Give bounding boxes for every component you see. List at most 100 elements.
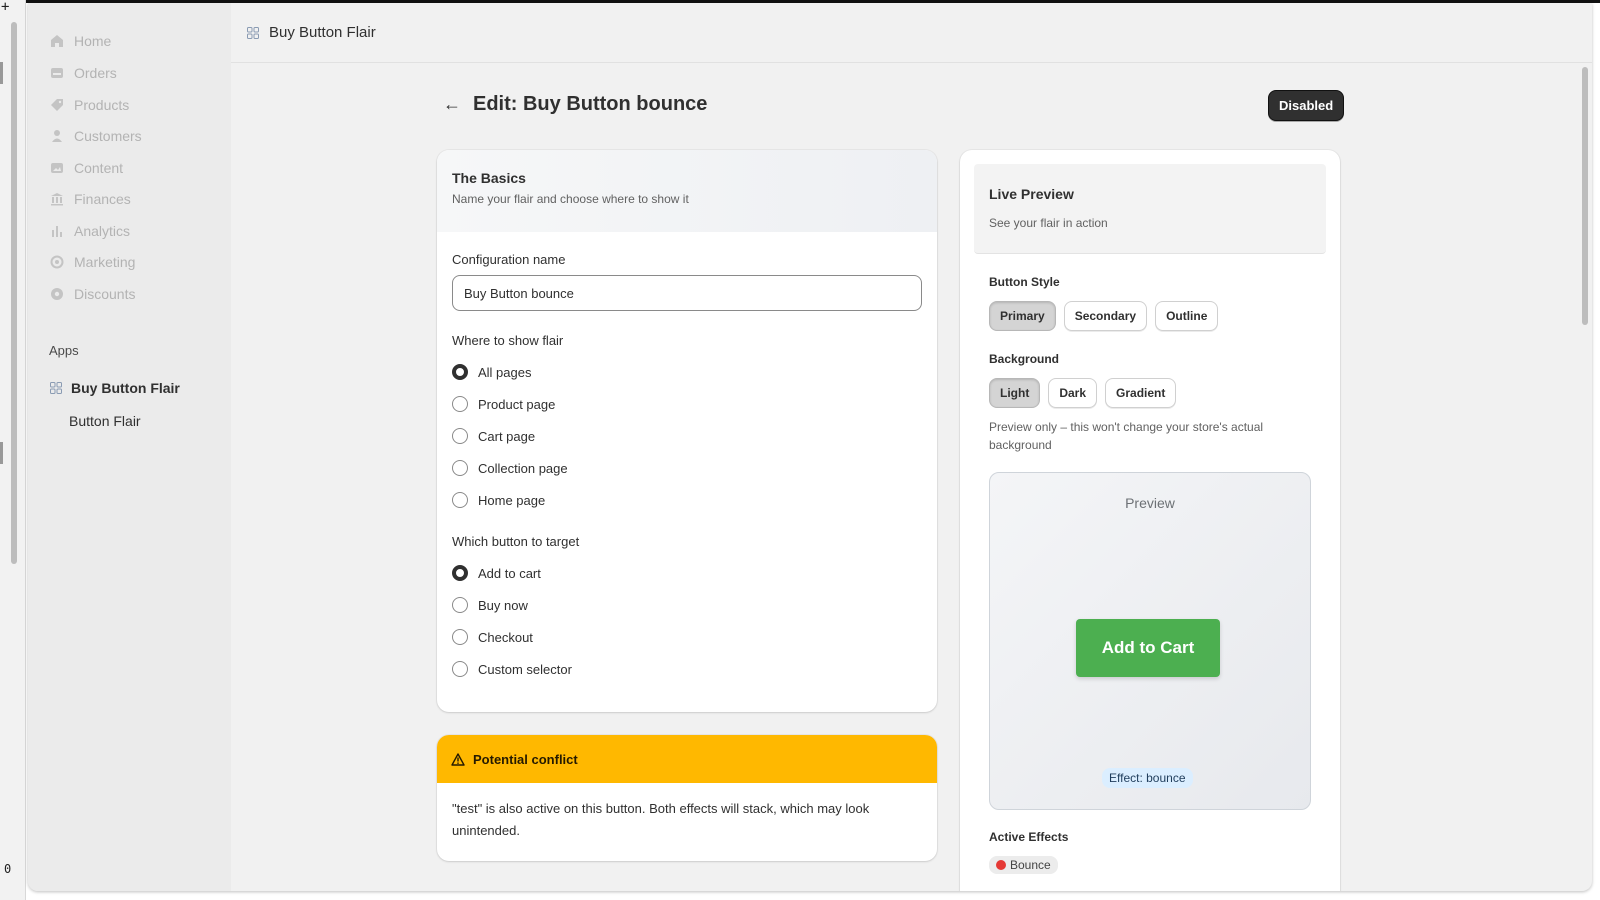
radio-collection-page[interactable]: Collection page [452,452,922,484]
warning-icon [451,752,465,766]
button-style-selector: Primary Secondary Outline [989,301,1326,331]
radio-label: All pages [478,364,532,380]
sidebar-item-label: Content [74,160,124,176]
radio-dot [452,364,468,380]
background-note: Preview only – this won't change your st… [989,420,1264,452]
background-label: Background [989,352,1060,366]
sidebar-item-buy-button-flair[interactable]: Buy Button Flair [50,380,180,396]
sidebar-item-orders[interactable]: Orders [50,65,117,81]
preview-card-header: Live Preview See your flair in action [974,164,1326,254]
radio-checkout[interactable]: Checkout [452,621,922,653]
back-arrow-icon[interactable]: ← [443,94,461,115]
page-title: Edit: Buy Button bounce [473,93,708,115]
app-window: Home Orders Products Customers Content F… [28,3,1592,891]
radio-label: Cart page [478,428,536,444]
image-icon [51,163,63,173]
radio-label: Buy now [478,597,528,613]
radio-home-page[interactable]: Home page [452,484,922,516]
basics-subtitle: Name your flair and choose where to show… [452,192,689,206]
active-effect-label: Bounce [1010,858,1051,872]
button-style-label: Button Style [989,275,1060,289]
header-title: Buy Button Flair [269,24,376,41]
strip-marker [0,442,3,464]
target-label: Which button to target [452,534,580,549]
sidebar-item-label: Finances [74,191,131,207]
bg-light-button[interactable]: Light [989,378,1041,408]
inbox-icon [51,68,63,78]
sidebar-item-home[interactable]: Home [50,33,111,49]
status-toggle-button[interactable]: Disabled [1268,90,1345,121]
radio-dot [452,460,468,476]
preview-stage: Preview Add to Cart Effect: bounce [989,472,1311,810]
bg-gradient-button[interactable]: Gradient [1105,378,1177,408]
main-scrollbar[interactable] [1582,67,1588,325]
basics-card: The Basics Name your flair and choose wh… [437,150,937,712]
page-title-row: ← Edit: Buy Button bounce [443,93,707,116]
home-icon [51,35,63,47]
preview-subtitle: See your flair in action [989,216,1108,230]
desktop-side-strip: + 0 [0,0,26,900]
sidebar-item-analytics[interactable]: Analytics [50,223,130,239]
radio-label: Home page [478,492,546,508]
stage-title: Preview [1125,495,1175,511]
config-name-input[interactable] [452,275,922,311]
radio-buy-now[interactable]: Buy now [452,589,922,621]
radio-custom-selector[interactable]: Custom selector [452,653,922,685]
target-icon [50,255,64,269]
style-outline-button[interactable]: Outline [1155,301,1219,331]
sidebar-item-customers[interactable]: Customers [50,128,142,144]
conflict-header: Potential conflict [437,735,937,783]
sidebar-item-label: Buy Button Flair [71,380,180,396]
live-preview-card: Live Preview See your flair in action Bu… [960,150,1340,891]
active-effects-label: Active Effects [989,830,1069,844]
effect-badge: Effect: bounce [1102,768,1193,788]
radio-dot [452,597,468,613]
preview-title: Live Preview [989,186,1074,202]
sidebar-item-marketing[interactable]: Marketing [50,254,135,270]
gear-badge-icon [51,288,63,300]
sidebar-item-label: Analytics [74,223,131,239]
conflict-message: "test" is also active on this button. Bo… [452,801,870,838]
where-label: Where to show flair [452,333,564,348]
sidebar-item-label: Products [74,97,130,113]
preview-add-to-cart-button[interactable]: Add to Cart [1076,619,1220,677]
style-primary-button[interactable]: Primary [989,301,1056,331]
where-radio-group: Where to show flair All pages Product pa… [452,333,922,516]
bar-chart-icon [52,226,62,237]
bomb-icon [996,860,1006,870]
radio-cart-page[interactable]: Cart page [452,420,922,452]
radio-product-page[interactable]: Product page [452,388,922,420]
sidebar-item-discounts[interactable]: Discounts [50,286,135,302]
sidebar-item-content[interactable]: Content [50,160,123,176]
strip-marker [0,62,3,84]
sidebar-item-label: Home [74,33,112,49]
sidebar-item-label: Orders [74,65,117,81]
active-effect-chip: Bounce [989,856,1058,874]
sidebar-item-button-flair[interactable]: Button Flair [69,413,141,429]
basics-title: The Basics [452,170,526,186]
sidebar-item-products[interactable]: Products [50,97,129,113]
radio-label: Product page [478,396,556,412]
radio-dot [452,492,468,508]
sidebar-item-finances[interactable]: Finances [50,191,131,207]
bg-dark-button[interactable]: Dark [1048,378,1098,408]
radio-dot [452,428,468,444]
radio-dot [452,565,468,581]
sidebar-item-label: Marketing [74,254,136,270]
radio-add-to-cart[interactable]: Add to cart [452,557,922,589]
strip-counter: 0 [4,862,12,876]
left-scrollbar[interactable] [11,22,17,564]
target-radio-group: Which button to target Add to cart Buy n… [452,534,922,685]
radio-label: Custom selector [478,661,572,677]
conflict-title: Potential conflict [473,751,578,767]
plus-icon: + [1,0,10,15]
radio-all-pages[interactable]: All pages [452,356,922,388]
radio-label: Checkout [478,629,533,645]
basics-card-header: The Basics Name your flair and choose wh… [437,150,937,232]
style-secondary-button[interactable]: Secondary [1063,301,1148,331]
radio-dot [452,661,468,677]
conflict-banner: Potential conflict "test" is also active… [437,735,937,861]
apps-section-label: Apps [49,343,79,358]
bank-icon [51,193,63,206]
sidebar-item-label: Customers [74,128,142,144]
